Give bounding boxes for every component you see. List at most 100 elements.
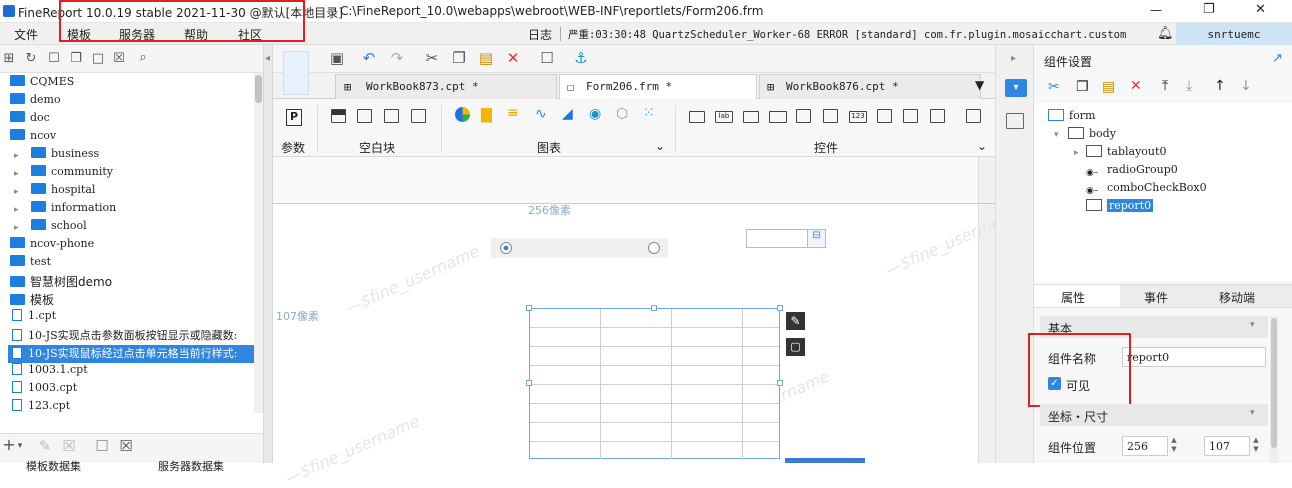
radar-chart-icon[interactable]: ⬡ xyxy=(616,106,628,122)
bell-icon[interactable]: 🔔︎ xyxy=(1157,26,1174,41)
combo-dropdown-icon[interactable]: ⊟ xyxy=(807,230,825,247)
copy-icon[interactable]: ❐ xyxy=(450,50,468,66)
refresh-icon[interactable]: ↻ xyxy=(22,51,40,67)
tree-item[interactable]: ncov-phone xyxy=(10,237,94,255)
edit-widget-icon[interactable]: ✎ xyxy=(786,312,805,330)
expand-right-icon[interactable]: ▸ xyxy=(1011,53,1016,64)
number-widget-icon[interactable]: 123 xyxy=(849,111,867,123)
list-widget-icon[interactable] xyxy=(903,109,918,123)
trash-icon[interactable]: ☒ xyxy=(60,438,78,454)
chart-more-icon[interactable]: ⌄ xyxy=(655,139,665,153)
undo-icon[interactable]: ↶ xyxy=(360,50,378,66)
tab-menu-icon[interactable]: ▼ xyxy=(975,78,984,92)
tree-node-tablayout0[interactable]: tablayout0 xyxy=(1086,145,1166,158)
tree-node-report0-selected[interactable]: report0 xyxy=(1086,199,1154,212)
bar-chart-icon[interactable]: ▇ xyxy=(481,107,492,123)
param-panel-icon[interactable]: P xyxy=(286,109,302,126)
save-icon[interactable]: ▣ xyxy=(328,50,346,66)
position-y-stepper[interactable]: ▲ ▼ xyxy=(1250,436,1262,456)
tree-item[interactable]: 模板 xyxy=(10,291,54,309)
tree-item[interactable]: information xyxy=(31,201,116,219)
tab-workbook876[interactable]: ⊞ WorkBook876.cpt * xyxy=(759,74,981,99)
menu-file[interactable]: 文件 xyxy=(14,26,38,43)
section-basic[interactable]: 基本 ▾ xyxy=(1040,316,1268,338)
resize-handle[interactable] xyxy=(526,380,532,386)
move-up-icon[interactable]: ↑ xyxy=(1214,78,1226,94)
tree-node-combocheckbox0[interactable]: ◉– comboCheckBox0 xyxy=(1086,181,1207,198)
layout-tab-icon[interactable] xyxy=(1006,113,1024,129)
copy-file-icon[interactable]: ❐ xyxy=(67,51,85,67)
tree-node-radiogroup0[interactable]: ◉– radioGroup0 xyxy=(1086,163,1178,180)
tree-item[interactable]: community xyxy=(31,165,113,183)
tree-node-body[interactable]: body xyxy=(1068,127,1116,140)
delete-icon[interactable]: ✕ xyxy=(504,50,522,66)
move-down-icon[interactable]: ↓ xyxy=(1240,78,1252,94)
search-icon[interactable]: ⌕ xyxy=(134,50,152,66)
props-scrollbar[interactable] xyxy=(1270,316,1278,463)
blank-absolute-icon[interactable] xyxy=(331,109,346,123)
preview-icon[interactable]: ☐ xyxy=(538,50,556,66)
expand-arrow-icon[interactable]: ▸ xyxy=(14,205,19,215)
new-folder-icon[interactable]: ⊞ xyxy=(0,51,18,67)
radio-button-icon[interactable] xyxy=(648,242,660,254)
tree-scrollbar[interactable] xyxy=(254,73,263,413)
collapse-left-icon[interactable]: ◂ xyxy=(265,53,270,64)
radio-group-widget[interactable] xyxy=(491,238,668,258)
blank-grid-icon[interactable] xyxy=(411,109,426,123)
minimize-button[interactable]: — xyxy=(1150,3,1162,17)
resize-handle[interactable] xyxy=(651,305,657,311)
widget-settings-tab-icon[interactable]: ▾ xyxy=(1005,79,1027,97)
preview-data-icon[interactable]: ☐ xyxy=(93,438,111,454)
radio-button-checked-icon[interactable] xyxy=(500,242,512,254)
tree-item[interactable]: 1.cpt xyxy=(12,309,56,327)
textarea-widget-icon[interactable] xyxy=(877,109,892,123)
name-field[interactable]: report0 xyxy=(1122,347,1266,367)
tree-widget-icon[interactable] xyxy=(930,109,945,123)
resize-handle[interactable] xyxy=(777,305,783,311)
tree-item[interactable]: CQMES xyxy=(10,75,74,93)
blank-split-icon[interactable] xyxy=(357,109,372,123)
scrollbar-thumb[interactable] xyxy=(1271,318,1277,448)
edit-icon[interactable]: ✎ xyxy=(36,438,54,454)
gauge-chart-icon[interactable]: ◉ xyxy=(589,106,601,122)
report-widget[interactable] xyxy=(529,308,780,459)
move-bottom-icon[interactable]: ⤓ xyxy=(1186,78,1192,94)
tree-item[interactable]: ncov xyxy=(10,129,56,147)
pie-chart-icon[interactable] xyxy=(455,107,470,122)
cut-icon[interactable]: ✂ xyxy=(1048,79,1060,95)
blank-tab-icon[interactable] xyxy=(384,109,399,123)
user-account[interactable]: snrtuemc xyxy=(1176,23,1292,45)
visible-checkbox[interactable]: ✓ xyxy=(1048,377,1061,390)
tab-template-dataset[interactable]: 模板数据集 xyxy=(26,458,81,474)
tree-item[interactable]: 10-JS实现点击参数面板按钮显示或隐藏数: xyxy=(12,327,254,345)
scatter-chart-icon[interactable]: ⁙ xyxy=(643,105,655,121)
lock-widget-icon[interactable]: ▢ xyxy=(786,338,805,356)
log-label[interactable]: 日志 xyxy=(528,26,552,43)
menu-template[interactable]: 模板 xyxy=(67,26,91,43)
paste-icon[interactable]: ▤ xyxy=(477,50,495,66)
tree-item[interactable]: demo xyxy=(10,93,61,111)
tree-item-selected[interactable]: 10-JS实现鼠标经过点击单元格当前行样式: xyxy=(8,345,254,363)
move-top-icon[interactable]: ⤒ xyxy=(1162,78,1168,94)
expand-arrow-icon[interactable]: ▸ xyxy=(14,151,19,161)
tree-item[interactable]: 1003.cpt xyxy=(12,381,77,399)
tab-events[interactable]: 事件 xyxy=(1144,289,1168,306)
line-chart-icon[interactable]: ∿ xyxy=(535,106,547,122)
paste-icon[interactable]: ▤ xyxy=(1102,79,1115,95)
textbox-widget-icon[interactable] xyxy=(689,111,705,123)
expand-arrow-icon[interactable]: ▸ xyxy=(14,169,19,179)
position-y-field[interactable]: 107 xyxy=(1204,436,1250,456)
dropdown-icon[interactable]: ▾ xyxy=(11,438,29,454)
tree-item[interactable]: school xyxy=(31,219,87,237)
cut-icon[interactable]: ✂ xyxy=(423,50,441,66)
position-x-field[interactable]: 256 xyxy=(1122,436,1168,456)
tree-item[interactable]: doc xyxy=(10,111,50,129)
trash-icon[interactable]: ☒ xyxy=(110,51,128,67)
position-x-stepper[interactable]: ▲ ▼ xyxy=(1168,436,1180,456)
scrollbar-thumb[interactable] xyxy=(255,75,262,103)
expand-arrow-icon[interactable]: ▸ xyxy=(14,223,19,233)
menu-server[interactable]: 服务器 xyxy=(119,26,155,43)
expand-arrow-icon[interactable]: ▸ xyxy=(1074,148,1079,158)
combo-check-box-widget[interactable]: ⊟ xyxy=(746,229,826,248)
close-button[interactable]: ✕ xyxy=(1255,2,1266,17)
